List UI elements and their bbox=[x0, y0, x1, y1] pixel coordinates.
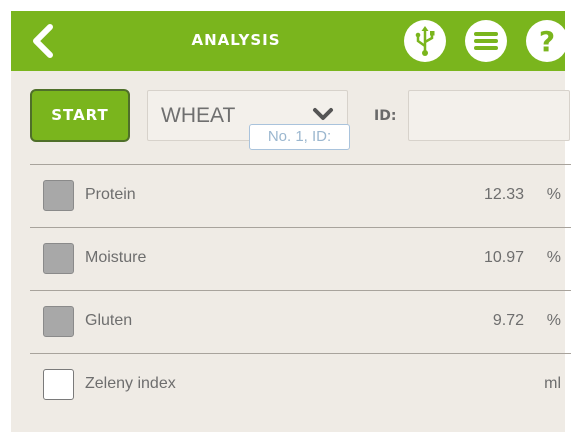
start-button[interactable]: START bbox=[30, 89, 130, 142]
back-button[interactable] bbox=[25, 21, 65, 61]
parameter-value: 9.72 bbox=[492, 312, 524, 329]
page-title: ANALYSIS bbox=[191, 31, 281, 49]
usb-button[interactable] bbox=[404, 20, 446, 62]
chevron-down-icon bbox=[313, 108, 333, 120]
parameter-row-moisture: Moisture 10.97 % bbox=[30, 228, 571, 290]
grain-selected-value: WHEAT bbox=[161, 104, 236, 127]
parameter-name: Moisture bbox=[85, 249, 147, 266]
help-icon: ? bbox=[539, 25, 555, 58]
zeleny-index-checkbox[interactable] bbox=[43, 369, 74, 400]
parameter-name: Gluten bbox=[85, 312, 133, 329]
sample-tooltip: No. 1, ID: bbox=[249, 124, 350, 150]
menu-button[interactable] bbox=[465, 20, 507, 62]
parameter-row-protein: Protein 12.33 % bbox=[30, 165, 571, 227]
parameter-name: Protein bbox=[85, 186, 136, 203]
analysis-screen: ANALYSIS ? START WHEAT ID: No. 1, ID: Pr… bbox=[11, 11, 571, 432]
svg-text:?: ? bbox=[539, 25, 555, 58]
menu-icon bbox=[474, 32, 498, 50]
parameter-unit: % bbox=[546, 186, 561, 203]
protein-checkbox[interactable] bbox=[43, 180, 74, 211]
parameter-row-zeleny-index: Zeleny index ml bbox=[30, 354, 571, 416]
parameter-value: 10.97 bbox=[483, 249, 524, 266]
parameter-value: 12.33 bbox=[483, 186, 524, 203]
id-field[interactable] bbox=[408, 90, 570, 141]
parameter-unit: % bbox=[546, 249, 561, 266]
help-button[interactable]: ? bbox=[526, 20, 568, 62]
top-bar: ANALYSIS ? bbox=[11, 11, 568, 71]
moisture-checkbox[interactable] bbox=[43, 243, 74, 274]
gluten-checkbox[interactable] bbox=[43, 306, 74, 337]
chevron-left-icon bbox=[33, 24, 53, 58]
parameter-unit: ml bbox=[544, 375, 561, 392]
id-label: ID: bbox=[374, 108, 397, 124]
parameter-unit: % bbox=[546, 312, 561, 329]
parameter-row-gluten: Gluten 9.72 % bbox=[30, 291, 571, 353]
usb-icon bbox=[415, 26, 435, 56]
parameter-name: Zeleny index bbox=[85, 375, 176, 392]
